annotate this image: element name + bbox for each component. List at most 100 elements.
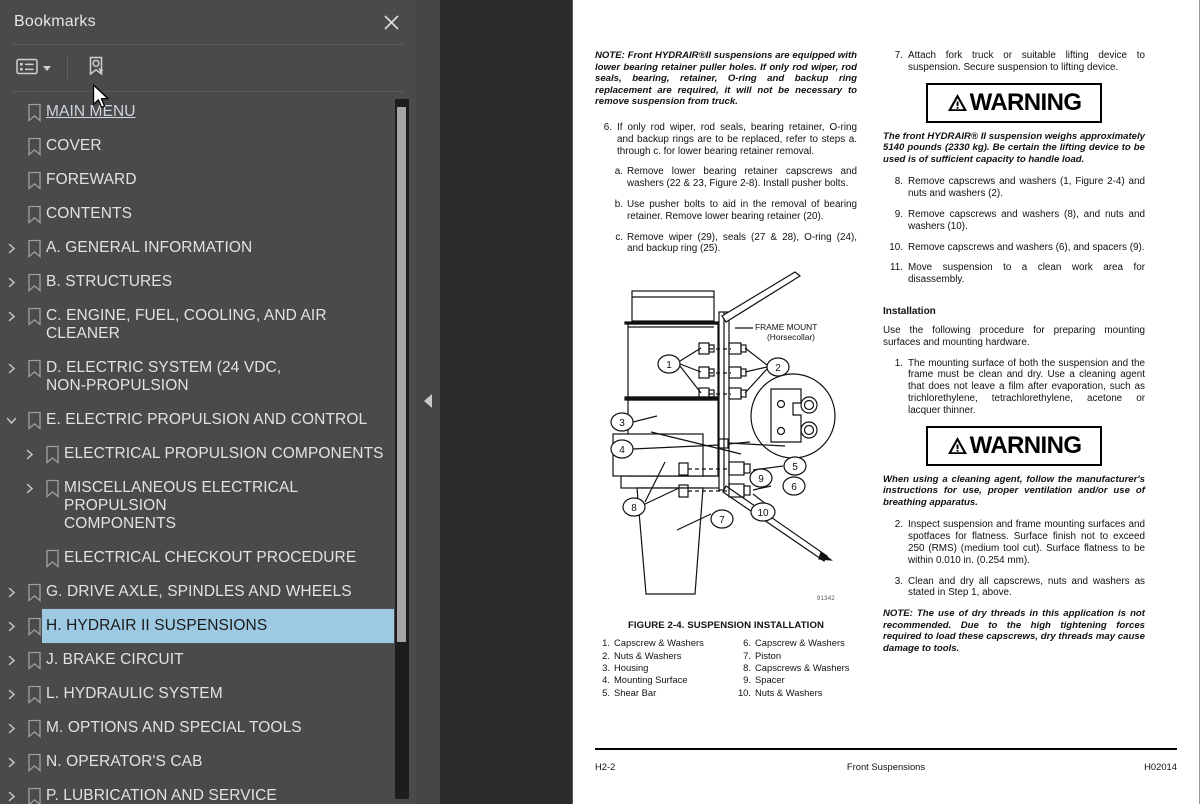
bookmark-item[interactable]: B. STRUCTURES [0, 265, 416, 299]
svg-text:1: 1 [666, 360, 672, 371]
figure-drawing: 1 2 3 4 5 6 7 8 9 10 FRAME MOUNT (Horsec… [610, 271, 836, 595]
part-name: Capscrews & Washers [755, 661, 850, 673]
panel-splitter[interactable] [416, 0, 440, 804]
bookmark-item[interactable]: G. DRIVE AXLE, SPINDLES AND WHEELS [0, 575, 416, 609]
chevron-right-icon[interactable] [0, 575, 22, 599]
bookmark-item[interactable]: COVER [0, 129, 416, 163]
chevron-right-icon[interactable] [0, 643, 22, 667]
chevron-right-icon[interactable] [0, 745, 22, 769]
collapse-panel-arrow-icon[interactable] [424, 394, 432, 408]
close-icon[interactable] [378, 9, 404, 35]
bookmark-label: COVER [46, 137, 102, 154]
bookmark-label: P. LUBRICATION AND SERVICE [46, 787, 277, 804]
parts-list-item: 1. Capscrew & Washers [595, 637, 726, 649]
bookmark-label: J. BRAKE CIRCUIT [46, 651, 184, 668]
step-text: The mounting surface of both the suspens… [908, 357, 1145, 416]
chevron-right-icon[interactable] [0, 231, 22, 255]
parts-list-item: 4. Mounting Surface [595, 674, 726, 686]
step-item: 7. Attach fork truck or suitable lifting… [883, 50, 1145, 74]
bookmarks-scrollbar[interactable] [395, 99, 409, 799]
warning-banner: WARNING [926, 82, 1102, 123]
bookmark-icon [22, 299, 46, 326]
step-item: c. Remove wiper (29), seals (27 & 28), O… [612, 232, 857, 256]
bookmarks-panel: Bookmarks MAIN MENU COVER FOREWARD CONTE… [0, 0, 416, 804]
step-text: Remove capscrews and washers (8), and nu… [908, 208, 1145, 232]
bookmark-item[interactable]: MISCELLANEOUS ELECTRICAL PROPULSION COMP… [0, 471, 416, 541]
part-number: 10. [737, 686, 751, 698]
bookmark-item[interactable]: H. HYDRAIR II SUSPENSIONS [0, 608, 416, 644]
bookmark-item[interactable]: CONTENTS [0, 197, 416, 231]
bookmark-item[interactable]: A. GENERAL INFORMATION [0, 231, 416, 265]
pdf-page: NOTE: Front HYDRAIR®II suspensions are e… [572, 0, 1200, 804]
step-number: 11. [890, 262, 903, 274]
bookmark-icon [22, 197, 46, 224]
bookmark-icon [22, 129, 46, 156]
step-number: 7. [894, 50, 903, 61]
svg-text:10: 10 [757, 508, 769, 519]
bookmark-item[interactable]: P. LUBRICATION AND SERVICE [0, 779, 416, 804]
bookmark-item[interactable]: ELECTRICAL PROPULSION COMPONENTS [0, 437, 416, 471]
bookmark-item[interactable]: N. OPERATOR'S CAB [0, 745, 416, 779]
bookmark-label: M. OPTIONS AND SPECIAL TOOLS [46, 719, 302, 736]
bookmark-label: L. HYDRAULIC SYSTEM [46, 685, 223, 702]
bookmark-item[interactable]: E. ELECTRIC PROPULSION AND CONTROL [0, 403, 416, 437]
part-number: 7. [743, 649, 751, 661]
step-item: 3. Clean and dry all capscrews, nuts and… [883, 576, 1145, 600]
step-text: Use pusher bolts to aid in the removal o… [627, 198, 857, 222]
bookmark-item[interactable]: MAIN MENU [0, 95, 416, 129]
chevron-right-icon[interactable] [18, 471, 40, 495]
bookmark-options-button[interactable] [12, 53, 55, 83]
bookmark-item[interactable]: FOREWARD [0, 163, 416, 197]
bookmark-label: B. STRUCTURES [46, 273, 173, 290]
bookmark-label: ELECTRICAL CHECKOUT PROCEDURE [64, 549, 357, 566]
bookmark-label: A. GENERAL INFORMATION [46, 239, 253, 256]
chevron-down-icon [43, 65, 51, 71]
bookmarks-toolbar [0, 45, 416, 91]
bookmark-item[interactable]: D. ELECTRIC SYSTEM (24 VDC, NON-PROPULSI… [0, 351, 416, 403]
chevron-right-icon[interactable] [0, 609, 22, 633]
bookmark-item[interactable]: J. BRAKE CIRCUIT [0, 643, 416, 677]
part-name: Spacer [755, 674, 785, 686]
bookmark-icon [22, 163, 46, 190]
chevron-right-icon[interactable] [0, 299, 22, 323]
warning-triangle-icon [947, 93, 968, 112]
step-item: 2. Inspect suspension and frame mounting… [883, 519, 1145, 566]
svg-text:9: 9 [758, 474, 764, 485]
bookmarks-tree[interactable]: MAIN MENU COVER FOREWARD CONTENTS A. GENERAL… [0, 92, 416, 804]
parts-list-item: 3. Housing [595, 662, 726, 674]
chevron-right-icon[interactable] [0, 779, 22, 803]
chevron-right-icon[interactable] [0, 677, 22, 701]
part-name: Capscrew & Washers [614, 637, 704, 649]
new-bookmark-button[interactable] [80, 53, 112, 83]
bookmark-icon [22, 745, 46, 772]
bookmark-item[interactable]: L. HYDRAULIC SYSTEM [0, 677, 416, 711]
footer-document-code: H02014 [1144, 760, 1177, 772]
bookmarks-scrollbar-thumb[interactable] [397, 107, 406, 642]
bookmark-icon [40, 471, 64, 498]
chevron-right-icon[interactable] [0, 711, 22, 735]
part-name: Piston [755, 649, 782, 661]
warning-text: When using a cleaning agent, follow the … [883, 473, 1145, 508]
document-content: NOTE: Front HYDRAIR®II suspensions are e… [595, 50, 1173, 699]
part-name: Nuts & Washers [755, 686, 823, 698]
bookmark-icon [22, 403, 46, 430]
step-text: Clean and dry all capscrews, nuts and wa… [908, 575, 1145, 599]
part-number: 8. [743, 661, 751, 673]
bookmark-icon [22, 265, 46, 292]
chevron-right-icon[interactable] [0, 351, 22, 375]
bookmark-item[interactable]: M. OPTIONS AND SPECIAL TOOLS [0, 711, 416, 745]
pdf-page-viewer[interactable]: NOTE: Front HYDRAIR®II suspensions are e… [440, 0, 1200, 804]
part-number: 6. [743, 637, 751, 649]
svg-text:3: 3 [619, 418, 625, 429]
bookmark-item[interactable]: C. ENGINE, FUEL, COOLING, AND AIR CLEANE… [0, 299, 416, 351]
step-text: Remove capscrews and washers (6), and sp… [908, 241, 1145, 253]
bookmark-item[interactable]: ELECTRICAL CHECKOUT PROCEDURE [0, 541, 416, 575]
bookmark-icon [22, 231, 46, 258]
chevron-right-icon[interactable] [18, 437, 40, 461]
chevron-down-icon[interactable] [0, 403, 22, 427]
document-left-column: NOTE: Front HYDRAIR®II suspensions are e… [595, 50, 857, 699]
bookmark-label: D. ELECTRIC SYSTEM (24 VDC, NON-PROPULSI… [46, 359, 282, 394]
chevron-right-icon[interactable] [0, 265, 22, 289]
bookmark-label: MAIN MENU [46, 103, 136, 120]
bookmark-label: G. DRIVE AXLE, SPINDLES AND WHEELS [46, 583, 352, 600]
